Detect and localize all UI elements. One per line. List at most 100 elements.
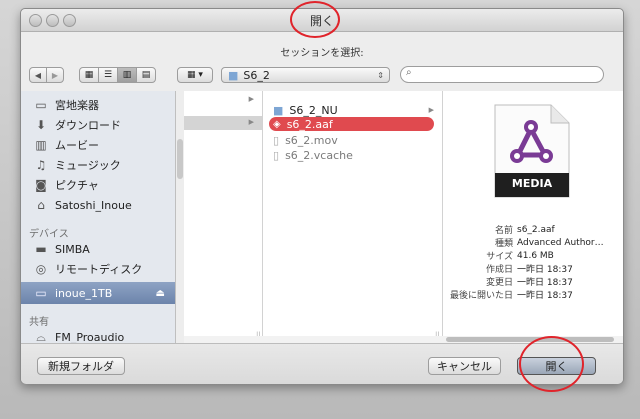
sidebar-item-miyaji[interactable]: ▭ 宮地楽器: [21, 95, 175, 115]
home-icon: ⌂: [37, 198, 45, 212]
sidebar-item-label: ミュージック: [55, 159, 121, 172]
column-view-button[interactable]: ▥: [117, 67, 137, 83]
updown-arrows-icon: ⇕: [377, 70, 384, 80]
sidebar: ▭ 宮地楽器 ⬇ ダウンロード ▥ ムービー ♫ ミュージック ◙ ピクチャ ⌂ Satos…: [21, 91, 176, 343]
info-row-created: 作成日 一昨日 18:37: [443, 262, 623, 275]
info-row-name: 名前 s6_2.aaf: [443, 223, 623, 237]
folder-icon: ■: [273, 103, 284, 117]
file-name: s6_2.mov: [285, 133, 338, 147]
info-key: 種類: [494, 239, 513, 249]
file-icon: ▯: [273, 148, 280, 162]
camera-icon: ◙: [35, 178, 47, 192]
computer-icon: ▬: [35, 242, 47, 256]
sidebar-item-home[interactable]: ⌂ Satoshi_Inoue: [21, 195, 175, 215]
download-icon: ⬇: [35, 118, 47, 132]
drive-icon: ▭: [35, 286, 47, 300]
file-row-s6-2-vcache[interactable]: ▯ s6_2.vcache: [269, 148, 434, 162]
sidebar-item-music[interactable]: ♫ ミュージック: [21, 155, 175, 175]
info-value: 一昨日 18:37: [517, 278, 573, 288]
cancel-button[interactable]: キャンセル: [428, 357, 501, 375]
columns-icon: ▥: [122, 70, 132, 80]
sidebar-item-label: Satoshi_Inoue: [55, 198, 132, 212]
file-name: s6_2.aaf: [286, 117, 333, 131]
list-view-button[interactable]: ☰: [98, 67, 118, 83]
info-key: 最後に開いた日: [449, 291, 513, 301]
info-value: s6_2.aaf: [517, 224, 555, 235]
sidebar-item-downloads[interactable]: ⬇ ダウンロード: [21, 115, 175, 135]
music-icon: ♫: [35, 158, 47, 172]
file-name: s6_2.vcache: [285, 148, 353, 162]
sidebar-item-fm-proaudio[interactable]: ⌓ FM_Proaudio: [21, 327, 175, 344]
info-row-size: サイズ 41.6 MB: [443, 249, 623, 263]
sidebar-item-inoue-1tb[interactable]: ▭ inoue_1TB ⏏: [21, 282, 175, 304]
new-folder-button[interactable]: 新規フォルダ: [37, 357, 125, 375]
info-row-kind: 種類 Advanced Author…: [443, 236, 623, 250]
search-field[interactable]: ⌕: [400, 66, 604, 83]
file-name: S6_2_NU: [289, 103, 338, 117]
icon-view-button[interactable]: ▦: [79, 67, 99, 83]
sidebar-item-remote-disc[interactable]: ◎ リモートディスク: [21, 259, 175, 279]
column-row[interactable]: ▶: [184, 95, 262, 109]
info-value: 41.6 MB: [517, 250, 554, 261]
sidebar-scrollbar[interactable]: [177, 139, 183, 179]
column-1: ▶ ▶ ||: [184, 91, 263, 343]
info-key: サイズ: [486, 252, 513, 262]
arrange-menu-button[interactable]: ▦ ▾: [177, 67, 213, 83]
preview-pane: MEDIA 名前 s6_2.aaf 種類 Advanced Author… サイズ 4…: [443, 91, 623, 343]
disclosure-arrow-icon: ▶: [248, 95, 254, 103]
list-icon: ☰: [103, 70, 113, 80]
disc-icon: ◎: [35, 262, 47, 276]
info-key: 作成日: [485, 265, 513, 275]
aaf-document-icon: MEDIA: [491, 103, 573, 199]
grid-icon: ▦: [84, 70, 94, 80]
file-icon: ▯: [273, 133, 280, 147]
sidebar-item-label: ピクチャ: [55, 179, 99, 192]
sidebar-item-label: 宮地楽器: [55, 99, 99, 112]
devices-header: デバイス: [29, 229, 69, 240]
disclosure-arrow-icon: ▶: [428, 106, 434, 114]
horizontal-scroll-thumb[interactable]: [446, 337, 614, 342]
media-badge-label: MEDIA: [511, 177, 553, 190]
arrange-icon: ▦ ▾: [187, 70, 203, 80]
sidebar-item-label: ムービー: [55, 139, 99, 152]
file-row-s6-2-mov[interactable]: ▯ s6_2.mov: [269, 133, 434, 147]
file-info: 名前 s6_2.aaf 種類 Advanced Author… サイズ 41.6 MB…: [443, 223, 623, 302]
forward-button[interactable]: ▶: [46, 67, 64, 83]
sidebar-item-pictures[interactable]: ◙ ピクチャ: [21, 175, 175, 195]
location-label: S6_2: [243, 68, 270, 82]
sidebar-item-movies[interactable]: ▥ ムービー: [21, 135, 175, 155]
column-row-selected[interactable]: ▶: [184, 116, 262, 130]
back-arrow-icon: ◀: [34, 70, 42, 80]
open-dialog: 開く セッションを選択: ◀ ▶ ▦ ☰ ▥ ▤ ▦ ▾ ■ S6_2 ⇕ ⌕ …: [20, 8, 624, 384]
forward-arrow-icon: ▶: [51, 70, 59, 80]
sidebar-item-label: SIMBA: [55, 242, 90, 256]
dialog-prompt: セッションを選択:: [280, 48, 364, 59]
network-icon: ⌓: [36, 329, 46, 344]
film-icon: ▥: [35, 138, 47, 152]
sidebar-item-label: ダウンロード: [55, 119, 121, 132]
file-row-s6-2-nu[interactable]: ■ S6_2_NU ▶: [269, 103, 434, 117]
coverflow-icon: ▤: [141, 70, 151, 80]
info-value: 一昨日 18:37: [517, 291, 573, 301]
annotation-circle-title: [290, 1, 340, 38]
sidebar-item-simba[interactable]: ▬ SIMBA: [21, 239, 175, 259]
sidebar-item-label: inoue_1TB: [55, 286, 113, 300]
search-input[interactable]: [419, 68, 598, 82]
eject-icon[interactable]: ⏏: [156, 288, 165, 299]
annotation-circle-open-button: [519, 336, 584, 392]
info-key: 変更日: [485, 278, 513, 288]
file-row-s6-2-aaf[interactable]: ◈ s6_2.aaf: [269, 117, 434, 131]
column-2: ■ S6_2_NU ▶ ◈ s6_2.aaf ▯ s6_2.mov ▯ s6_2.vcac…: [263, 91, 443, 343]
disclosure-arrow-icon: ▶: [248, 118, 254, 126]
location-popup[interactable]: ■ S6_2 ⇕: [221, 67, 390, 83]
back-button[interactable]: ◀: [29, 67, 47, 83]
sidebar-item-label: リモートディスク: [55, 263, 143, 276]
sidebar-item-label: FM_Proaudio: [55, 330, 125, 344]
folder-icon: ■: [228, 68, 239, 82]
aaf-file-icon: ◈: [273, 118, 281, 130]
info-row-modified: 変更日 一昨日 18:37: [443, 275, 623, 288]
info-value: Advanced Author…: [517, 237, 604, 248]
info-row-last-opened: 最後に開いた日 一昨日 18:37: [443, 288, 623, 301]
coverflow-view-button[interactable]: ▤: [136, 67, 156, 83]
info-value: 一昨日 18:37: [517, 265, 573, 275]
